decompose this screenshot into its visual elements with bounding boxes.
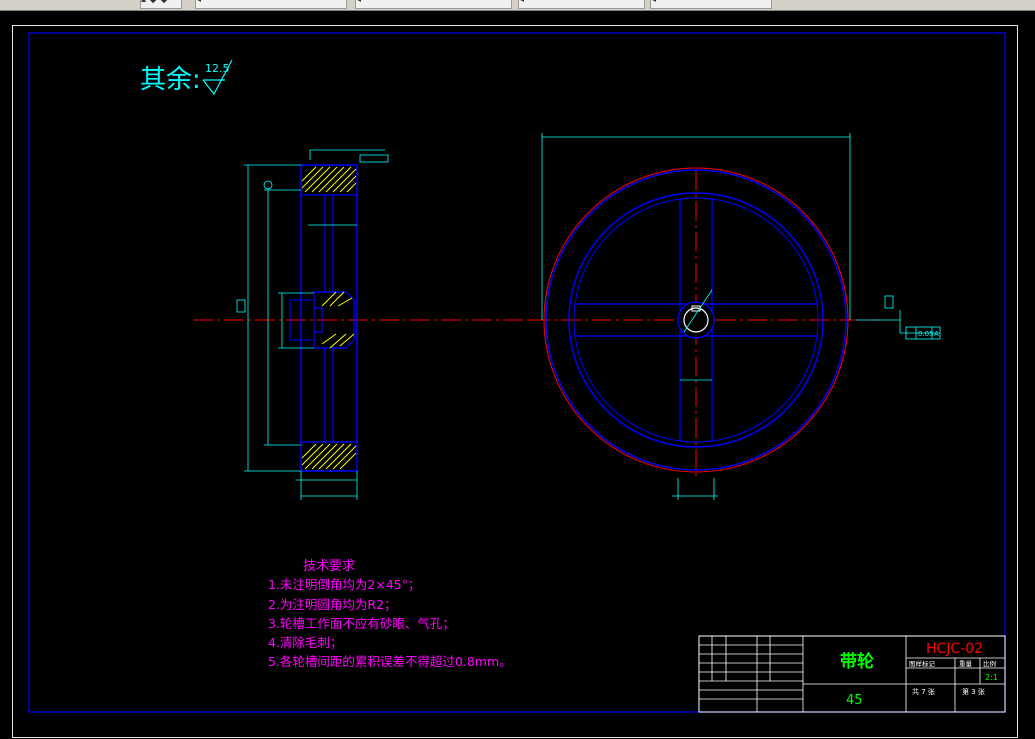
col-label-2: 重量 xyxy=(959,660,973,668)
tab-drawing-1[interactable]: ◂ ⋯ ⋯ ⋯ xyxy=(195,0,347,9)
tech-title: 技术要求 xyxy=(303,559,355,574)
tab-drawing-4[interactable]: ◂ ⋯ ⋯ ⋯ xyxy=(650,0,772,9)
part-name: 带轮 xyxy=(840,651,874,672)
tech-line-3: 3.轮槽工作面不应有砂眼、气孔； xyxy=(268,616,455,631)
col-label-1: 图样标记 xyxy=(909,659,936,668)
scale: 2:1 xyxy=(985,673,998,682)
datum-letter: A xyxy=(934,330,939,338)
material: 45 xyxy=(846,693,863,708)
roughness-label: 其余: xyxy=(140,65,201,95)
tab-drawing-3[interactable]: ◂ ⋯ ⋯ ⋯ xyxy=(518,0,645,9)
cad-drawing: 其余: 12.5 0.05 A 技术要求 1.未注明倒角均为2×45°； 2.为… xyxy=(28,32,1006,713)
col-label-3: 比例 xyxy=(983,659,996,668)
section-view xyxy=(193,149,530,500)
tech-line-2: 2.为注明圆角均为R2； xyxy=(268,597,397,612)
tech-line-5: 5.各轮槽间距的累积误差不得超过0.8mm。 xyxy=(268,654,512,669)
rim-hatch-top xyxy=(301,166,357,193)
cad-model-space[interactable]: 其余: 12.5 0.05 A 技术要求 1.未注明倒角均为2×45°； 2.为… xyxy=(0,11,1035,739)
technical-requirements: 技术要求 1.未注明倒角均为2×45°； 2.为注明圆角均为R2； 3.轮槽工作… xyxy=(268,559,512,669)
sheet-number: 第 3 张 xyxy=(962,687,985,696)
rim-hatch-bottom xyxy=(301,443,357,470)
front-dimensions xyxy=(541,133,940,500)
title-block: 带轮 45 HCJC-02 图样标记 重量 比例 2:1 共 7 张 第 3 张 xyxy=(698,635,1006,713)
pulley-section-outline xyxy=(300,164,358,472)
drawing-number: HCJC-02 xyxy=(926,641,983,657)
drawing-tab-bar: ▴ ◆ ◆ ◂ ⋯ ⋯ ⋯ ◂ ⋯ ⋯ ⋯ ◂ ⋯ ⋯ ⋯ ◂ ⋯ ⋯ ⋯ xyxy=(0,0,1035,11)
drawing-frame xyxy=(28,32,1006,713)
tolerance-value: 0.05 xyxy=(918,330,934,338)
tab-drawing-2[interactable]: ◂ ⋯ ⋯ ⋯ xyxy=(355,0,512,9)
front-view: 0.05 A xyxy=(530,133,941,500)
roughness-note: 其余: 12.5 xyxy=(140,59,233,96)
roughness-value: 12.5 xyxy=(205,62,230,75)
tab-toolbar-icons[interactable]: ▴ ◆ ◆ xyxy=(140,0,182,9)
sheet-total: 共 7 张 xyxy=(912,687,935,696)
tech-line-1: 1.未注明倒角均为2×45°； xyxy=(268,577,421,592)
tech-line-4: 4.清除毛刺； xyxy=(268,635,342,650)
